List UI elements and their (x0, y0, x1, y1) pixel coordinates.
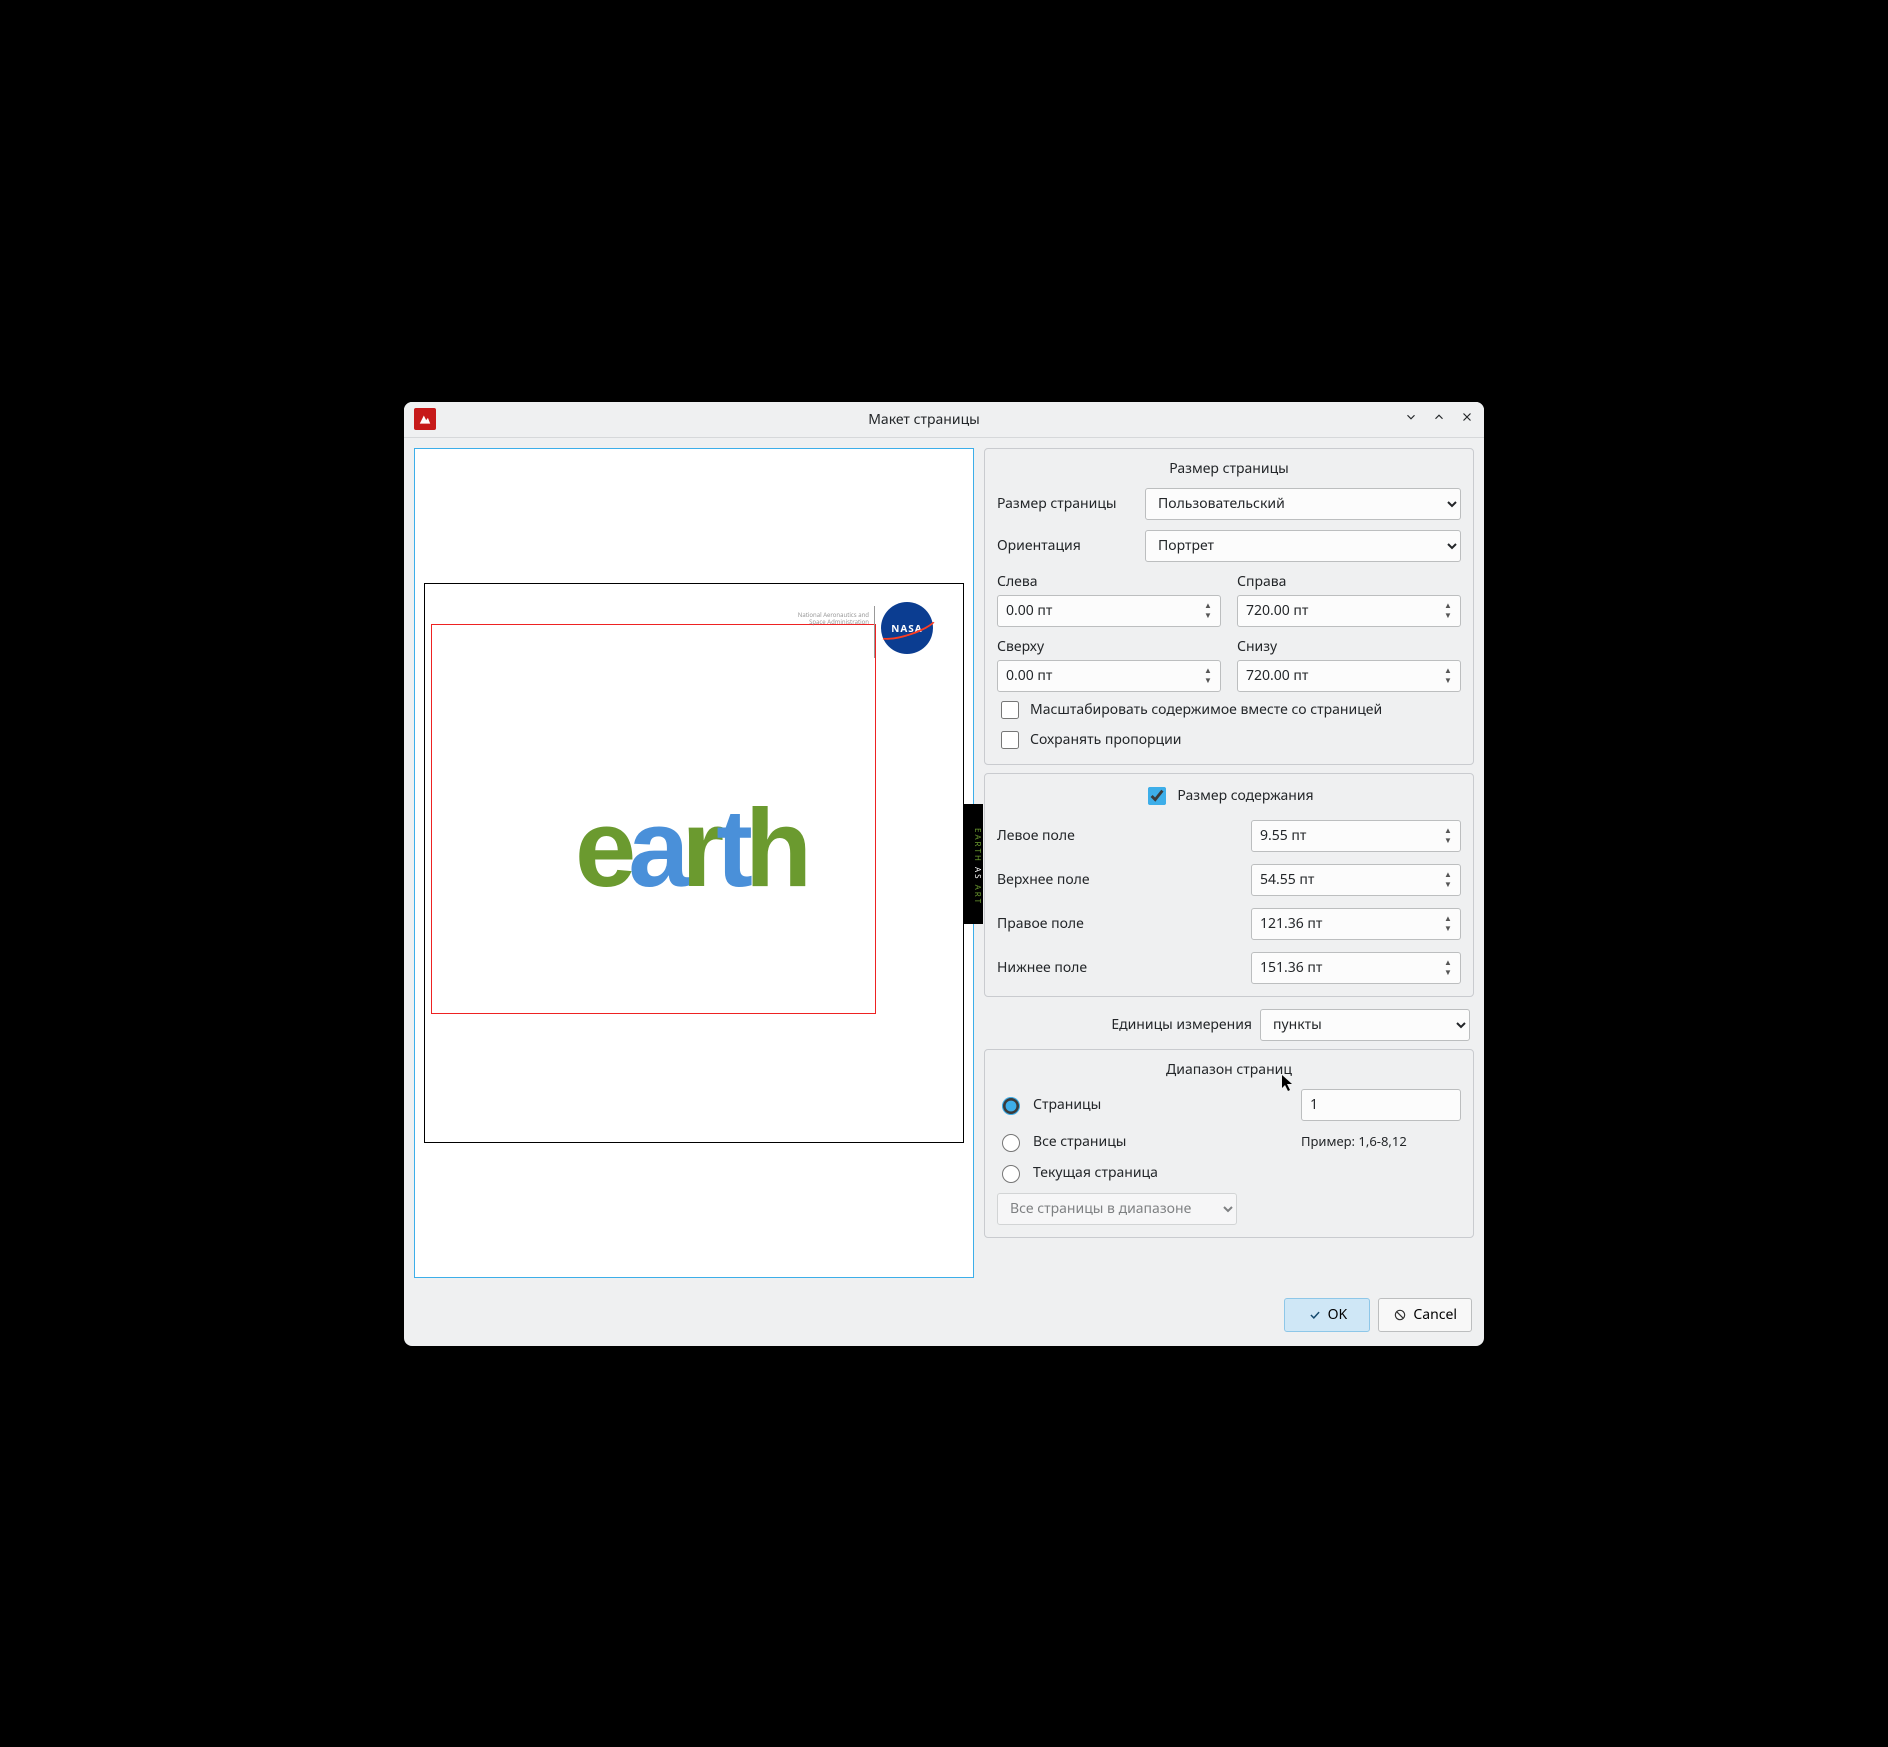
current-page-label: Текущая страница (1033, 1163, 1461, 1182)
page-preview: National Aeronautics and Space Administr… (414, 448, 974, 1278)
keep-ratio-checkbox[interactable] (1001, 731, 1019, 749)
spin-down-icon[interactable]: ▼ (1439, 676, 1457, 686)
page-size-group-title: Размер страницы (997, 459, 1461, 478)
page-range-group: Диапазон страниц Страницы Все страницы П… (984, 1049, 1474, 1238)
scale-content-checkbox[interactable] (1001, 701, 1019, 719)
pages-radio[interactable] (1002, 1097, 1020, 1115)
spin-down-icon[interactable]: ▼ (1199, 676, 1217, 686)
top-margin-label: Верхнее поле (997, 870, 1251, 889)
content-size-group: Размер содержания Левое поле ▲▼ Верхнее … (984, 773, 1474, 997)
maximize-button[interactable] (1432, 410, 1446, 429)
nasa-divider (874, 606, 875, 658)
spin-up-icon[interactable]: ▲ (1439, 826, 1457, 836)
bottom-input[interactable] (1237, 660, 1461, 692)
spin-down-icon[interactable]: ▼ (1439, 924, 1457, 934)
right-label: Справа (1237, 572, 1461, 591)
side-tab: EARTH AS ART (963, 804, 983, 924)
all-pages-radio[interactable] (1002, 1134, 1020, 1152)
orientation-label: Ориентация (997, 536, 1137, 555)
earth-logo: earth (575, 794, 804, 904)
spin-down-icon[interactable]: ▼ (1439, 880, 1457, 890)
spin-up-icon[interactable]: ▲ (1199, 601, 1217, 611)
bottom-margin-label: Нижнее поле (997, 958, 1251, 977)
app-icon (414, 408, 436, 430)
right-margin-input[interactable] (1251, 908, 1461, 940)
bottom-margin-input[interactable] (1251, 952, 1461, 984)
keep-ratio-label: Сохранять пропорции (1030, 730, 1181, 749)
ok-button-label: OK (1328, 1305, 1348, 1324)
spin-down-icon[interactable]: ▼ (1439, 836, 1457, 846)
range-example: Пример: 1,6-8,12 (1301, 1132, 1461, 1150)
top-label: Сверху (997, 637, 1221, 656)
nasa-caption: National Aeronautics and Space Administr… (798, 612, 869, 626)
units-row: Единицы измерения пункты (984, 1005, 1474, 1041)
spin-up-icon[interactable]: ▲ (1439, 601, 1457, 611)
orientation-select[interactable]: Портрет (1145, 530, 1461, 562)
ok-button[interactable]: OK (1284, 1298, 1370, 1332)
content-size-checkbox[interactable] (1148, 787, 1166, 805)
content-size-label: Размер содержания (1177, 786, 1313, 805)
window-title: Макет страницы (444, 410, 1404, 429)
page-size-group: Размер страницы Размер страницы Пользова… (984, 448, 1474, 765)
close-button[interactable] (1460, 410, 1474, 429)
dialog-window: Макет страницы National Aeronautics and … (404, 402, 1484, 1346)
page-size-label: Размер страницы (997, 494, 1137, 513)
left-label: Слева (997, 572, 1221, 591)
page-size-select[interactable]: Пользовательский (1145, 488, 1461, 520)
cancel-button[interactable]: Cancel (1378, 1298, 1472, 1332)
pages-input[interactable] (1301, 1089, 1461, 1121)
spin-down-icon[interactable]: ▼ (1439, 968, 1457, 978)
spin-up-icon[interactable]: ▲ (1439, 870, 1457, 880)
range-mode-select: Все страницы в диапазоне (997, 1193, 1237, 1225)
cancel-button-label: Cancel (1413, 1305, 1457, 1324)
right-margin-label: Правое поле (997, 914, 1251, 933)
scale-content-label: Масштабировать содержимое вместе со стра… (1030, 700, 1382, 719)
check-icon (1308, 1308, 1322, 1322)
units-select[interactable]: пункты (1260, 1009, 1470, 1041)
top-margin-input[interactable] (1251, 864, 1461, 896)
left-margin-label: Левое поле (997, 826, 1251, 845)
titlebar: Макет страницы (404, 402, 1484, 438)
minimize-button[interactable] (1404, 410, 1418, 429)
all-pages-label: Все страницы (1033, 1132, 1295, 1151)
pages-radio-label: Страницы (1033, 1095, 1295, 1114)
spin-down-icon[interactable]: ▼ (1439, 611, 1457, 621)
right-input[interactable] (1237, 595, 1461, 627)
spin-down-icon[interactable]: ▼ (1199, 611, 1217, 621)
page-range-title: Диапазон страниц (997, 1060, 1461, 1079)
units-label: Единицы измерения (1111, 1015, 1252, 1034)
spin-up-icon[interactable]: ▲ (1439, 666, 1457, 676)
left-input[interactable] (997, 595, 1221, 627)
bottom-label: Снизу (1237, 637, 1461, 656)
left-margin-input[interactable] (1251, 820, 1461, 852)
top-input[interactable] (997, 660, 1221, 692)
current-page-radio[interactable] (1002, 1165, 1020, 1183)
preview-page: National Aeronautics and Space Administr… (424, 583, 964, 1143)
spin-up-icon[interactable]: ▲ (1199, 666, 1217, 676)
cancel-icon (1393, 1308, 1407, 1322)
nasa-logo: NASA (881, 602, 941, 662)
spin-up-icon[interactable]: ▲ (1439, 958, 1457, 968)
dialog-footer: OK Cancel (404, 1288, 1484, 1346)
spin-up-icon[interactable]: ▲ (1439, 914, 1457, 924)
